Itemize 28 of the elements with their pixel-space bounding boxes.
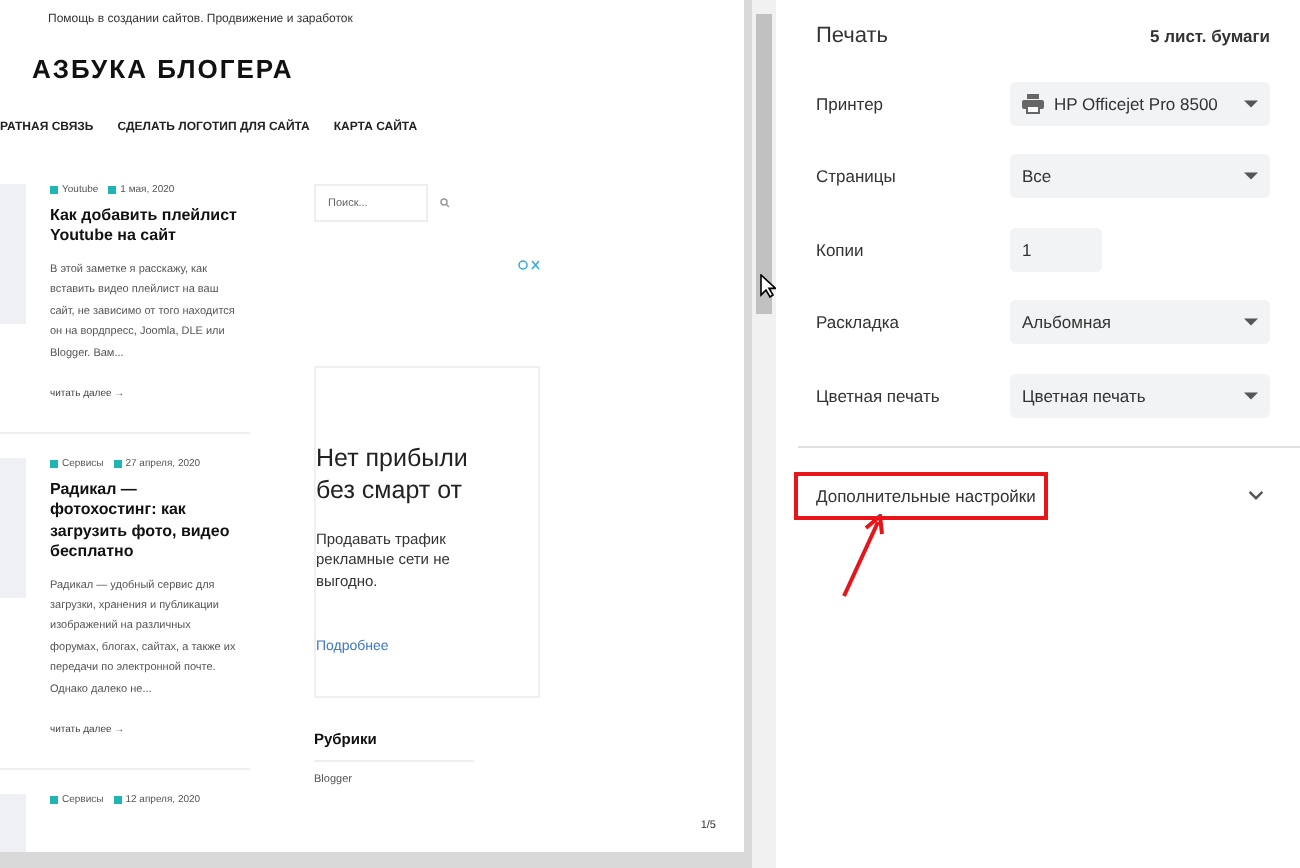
ad-headline: Нет прибыли без смарт от bbox=[316, 444, 470, 507]
post-title[interactable]: Радикал — фотохостинг: как загрузить фото, видео бесплатно bbox=[50, 479, 242, 564]
ad-info-icon bbox=[518, 260, 540, 270]
caret-icon bbox=[1244, 391, 1258, 399]
setting-label: Страницы bbox=[816, 166, 898, 186]
chevron-icon[interactable] bbox=[1248, 490, 1264, 500]
scrollbar[interactable] bbox=[752, 0, 776, 868]
setting-label: Раскладка bbox=[816, 312, 901, 332]
caret-icon bbox=[1244, 172, 1258, 180]
caret-icon bbox=[1244, 99, 1258, 107]
dropdown[interactable]: Цветная печать bbox=[1010, 373, 1270, 417]
caret-icon bbox=[1244, 318, 1258, 326]
setting-label: Копии bbox=[816, 239, 866, 259]
scrollbar-thumb[interactable] bbox=[756, 14, 772, 314]
annotation-arrow bbox=[838, 514, 890, 600]
cursor-icon bbox=[760, 274, 776, 298]
setting-label: Принтер bbox=[816, 93, 886, 113]
more-settings-toggle[interactable]: Дополнительные настройки bbox=[794, 471, 1048, 519]
site-title: АЗБУКА БЛОГЕРА bbox=[32, 54, 296, 84]
copies-field[interactable]: 1 bbox=[1010, 227, 1102, 271]
setting-label: Цветная печать bbox=[816, 385, 942, 405]
search-icon[interactable] bbox=[440, 198, 450, 208]
print-title: Печать bbox=[816, 24, 889, 48]
dropdown[interactable]: HP Officejet Pro 8500 bbox=[1010, 81, 1270, 125]
post-title[interactable]: Как добавить плейлист Youtube на сайт bbox=[50, 206, 242, 248]
dropdown[interactable]: Все bbox=[1010, 154, 1270, 198]
sheet-count: 5 лист. бумаги bbox=[1149, 26, 1270, 46]
dropdown[interactable]: Альбомная bbox=[1010, 300, 1270, 344]
